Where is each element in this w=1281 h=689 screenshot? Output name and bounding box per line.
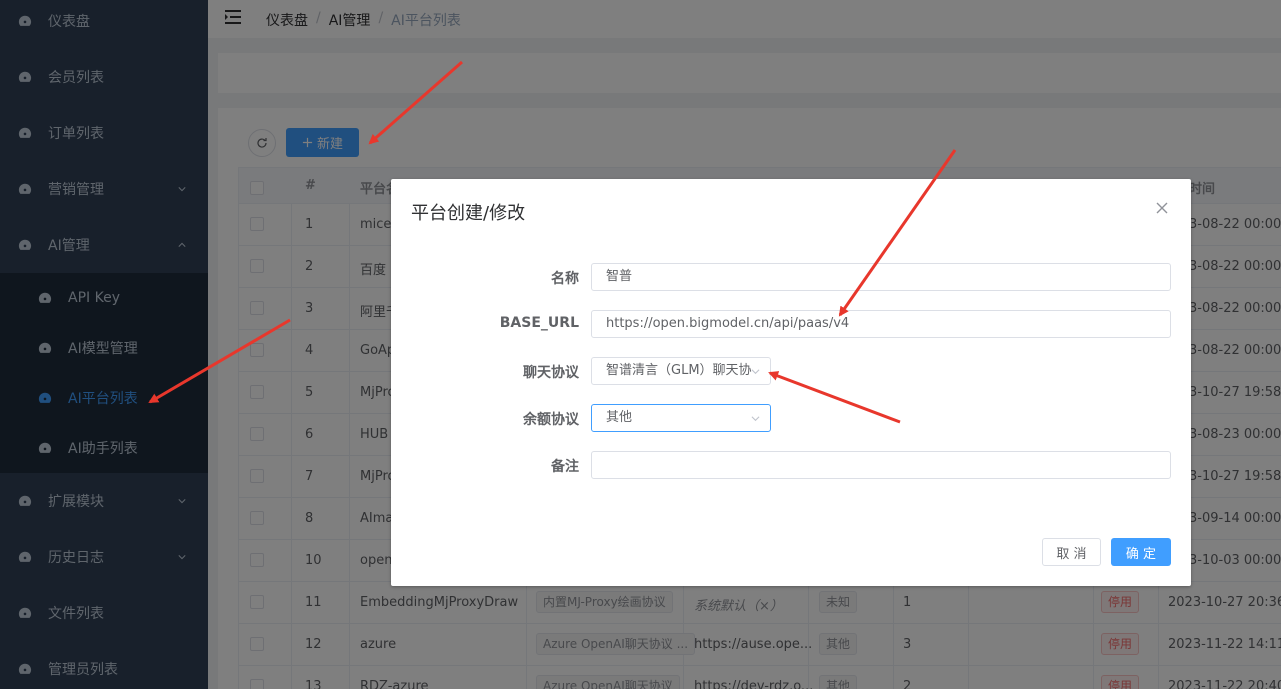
remark-input[interactable] [591, 451, 1171, 479]
chat-protocol-select[interactable]: 智谱清言（GLM）聊天协 [591, 357, 771, 385]
platform-dialog: 平台创建/修改 名称 智普 BASE_URL https://open.bigm… [391, 179, 1191, 586]
base-url-label: BASE_URL [499, 315, 579, 331]
chevron-down-icon [751, 369, 760, 375]
confirm-button[interactable]: 确 定 [1111, 538, 1171, 566]
name-label: 名称 [551, 271, 579, 287]
balance-protocol-value: 其他 [606, 410, 633, 425]
chat-protocol-value: 智谱清言（GLM）聊天协 [606, 363, 752, 378]
balance-protocol-select[interactable]: 其他 [591, 404, 771, 432]
balance-protocol-label: 余额协议 [523, 412, 579, 428]
cancel-button[interactable]: 取 消 [1042, 538, 1101, 566]
dialog-title: 平台创建/修改 [411, 203, 526, 224]
remark-label: 备注 [551, 459, 579, 475]
base-url-input[interactable]: https://open.bigmodel.cn/api/paas/v4 [591, 310, 1171, 338]
chevron-down-icon [751, 416, 760, 422]
chat-protocol-label: 聊天协议 [523, 365, 579, 381]
name-input[interactable]: 智普 [591, 263, 1171, 291]
close-icon[interactable] [1155, 201, 1169, 215]
